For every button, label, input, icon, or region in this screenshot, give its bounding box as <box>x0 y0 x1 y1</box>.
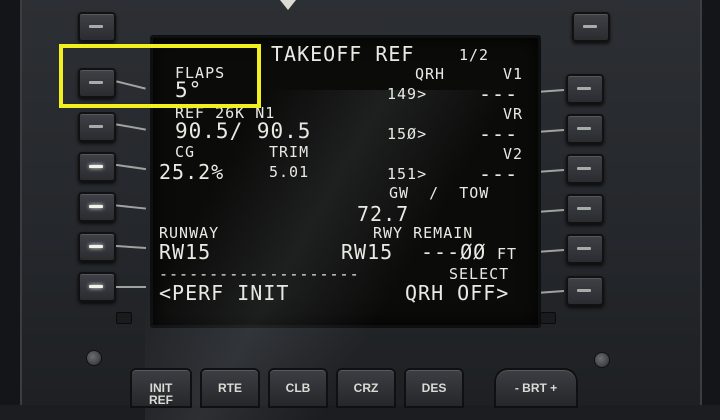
rwy-remain-runway: RW15 <box>341 240 394 264</box>
lsk-l6-button[interactable] <box>78 272 116 302</box>
brightness-rocker-label: - BRT + <box>514 381 558 395</box>
right-side-panel <box>700 0 720 405</box>
runway-value: RW15 <box>159 240 212 264</box>
v2-qrh-value: 151> <box>387 165 428 183</box>
screw-bottom-right-icon <box>594 352 610 368</box>
select-label: SELECT <box>449 265 510 283</box>
annunciator-right-icon <box>540 312 556 324</box>
des-key-label: DES <box>421 381 447 395</box>
brightness-rocker[interactable]: - BRT + <box>494 368 578 408</box>
rte-key-label: RTE <box>218 381 242 395</box>
cg-label: CG <box>175 143 196 161</box>
rte-key[interactable]: RTE <box>200 368 260 408</box>
rwy-remain-length: ---ØØ <box>421 240 487 264</box>
rwy-remain-label: RWY REMAIN <box>373 224 474 242</box>
cg-value: 25.2% <box>159 160 225 184</box>
crz-key-label: CRZ <box>353 381 379 395</box>
lsk-r4-button[interactable] <box>566 194 604 224</box>
qrh-label: QRH <box>415 65 446 83</box>
top-notch-icon <box>280 0 296 10</box>
flaps-highlight-box <box>59 44 261 108</box>
vr-qrh-value: 15Ø> <box>387 125 428 143</box>
lsk-r5-button[interactable] <box>566 234 604 264</box>
divider-line: -------------------- <box>159 265 360 283</box>
v1-value: --- <box>479 82 519 106</box>
lsk-l6-leader <box>116 286 146 288</box>
runway-label: RUNWAY <box>159 224 220 242</box>
screw-bottom-left-icon <box>86 350 102 366</box>
trim-value: 5.01 <box>269 163 310 181</box>
page-number: 1/2 <box>459 46 490 64</box>
ref-n1-value: 90.5/ 90.5 <box>175 119 312 143</box>
v2-value: --- <box>479 162 519 186</box>
left-side-panel <box>0 0 20 405</box>
vr-value: --- <box>479 122 519 146</box>
des-key[interactable]: DES <box>404 368 464 408</box>
page-title: TAKEOFF REF <box>271 42 415 66</box>
clb-key[interactable]: CLB <box>268 368 328 408</box>
gw-tow-label: GW / TOW <box>389 184 490 202</box>
annunciator-left-icon <box>116 312 132 324</box>
v1-qrh-value: 149> <box>387 85 428 103</box>
lsk-r3-button[interactable] <box>566 154 604 184</box>
lsk-l5-button[interactable] <box>78 232 116 262</box>
v2-label: V2 <box>503 145 524 163</box>
lsk-l2-button[interactable] <box>78 112 116 142</box>
lsk-l0-button[interactable] <box>78 12 116 42</box>
gw-value: 72.7 <box>357 202 410 226</box>
rwy-remain-unit: FT <box>497 245 518 263</box>
lsk-r2-button[interactable] <box>566 114 604 144</box>
init-ref-key-label: INIT REF <box>149 381 173 407</box>
v1-label: V1 <box>503 65 524 83</box>
crz-key[interactable]: CRZ <box>336 368 396 408</box>
init-ref-key[interactable]: INIT REF <box>130 368 192 408</box>
clb-key-label: CLB <box>285 381 311 395</box>
trim-label: TRIM <box>269 143 310 161</box>
qrh-off-prompt[interactable]: QRH OFF> <box>405 283 509 303</box>
vr-label: VR <box>503 105 524 123</box>
lsk-r0-button[interactable] <box>572 12 610 42</box>
perf-init-prompt[interactable]: <PERF INIT <box>159 283 289 303</box>
lsk-r6-button[interactable] <box>566 276 604 306</box>
lsk-l3-button[interactable] <box>78 152 116 182</box>
lsk-l4-button[interactable] <box>78 192 116 222</box>
lsk-r1-button[interactable] <box>566 74 604 104</box>
